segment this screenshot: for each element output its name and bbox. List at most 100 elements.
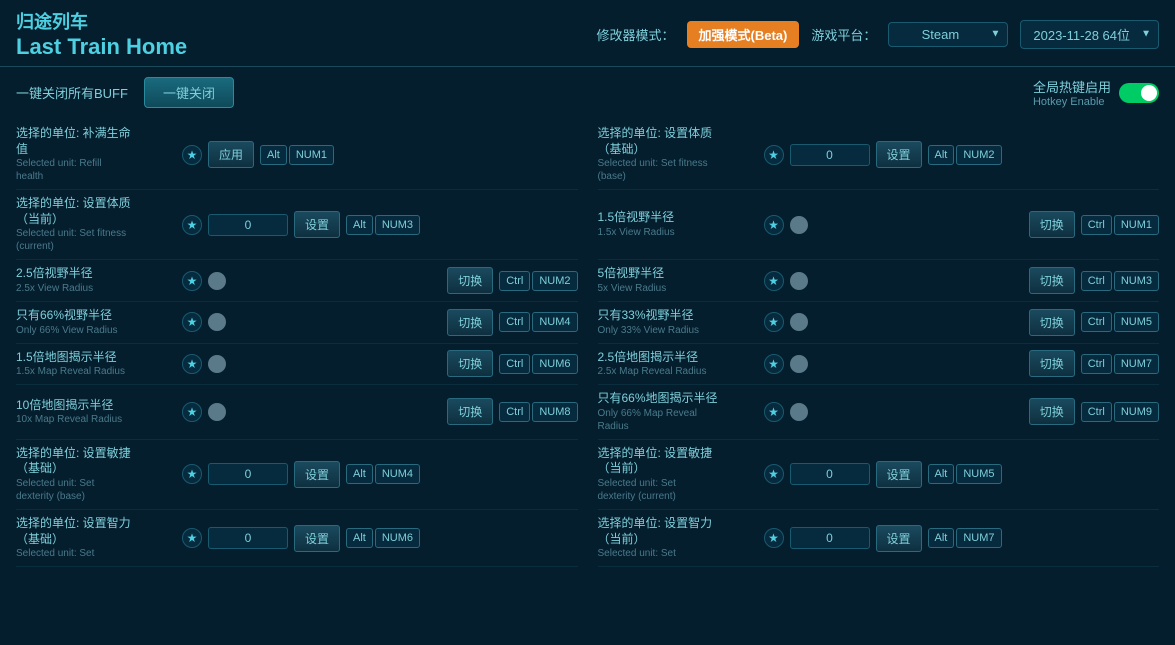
- key-combo: Ctrl NUM2: [499, 271, 577, 291]
- key-badge-modifier: Ctrl: [1081, 271, 1112, 291]
- star-button[interactable]: ★: [764, 145, 784, 165]
- toggle-button[interactable]: 切换: [1029, 309, 1075, 336]
- star-button[interactable]: ★: [182, 354, 202, 374]
- set-button[interactable]: 设置: [294, 525, 340, 552]
- toggle-circle[interactable]: [208, 272, 226, 290]
- number-input[interactable]: [208, 463, 288, 485]
- star-button[interactable]: ★: [182, 464, 202, 484]
- cheat-row: 2.5倍视野半径 2.5x View Radius ★ 切换 Ctrl NUM2: [16, 260, 578, 302]
- header-left: 归途列车 Last Train Home: [16, 8, 187, 60]
- hotkey-toggle[interactable]: [1119, 83, 1159, 103]
- star-button[interactable]: ★: [182, 402, 202, 422]
- key-combo: Alt NUM7: [928, 528, 1002, 548]
- title-cn: 归途列车: [16, 8, 187, 34]
- set-button[interactable]: 设置: [876, 141, 922, 168]
- toggle-button[interactable]: 切换: [447, 350, 493, 377]
- cheat-grid: 选择的单位: 补满生命值 Selected unit: Refillhealth…: [16, 120, 1159, 567]
- number-input[interactable]: [208, 527, 288, 549]
- set-button[interactable]: 设置: [876, 525, 922, 552]
- toggle-circle[interactable]: [208, 313, 226, 331]
- star-button[interactable]: ★: [764, 464, 784, 484]
- cheat-name: 选择的单位: 设置敏捷（当前） Selected unit: Setdexter…: [598, 446, 758, 503]
- key-badge-modifier: Ctrl: [1081, 402, 1112, 422]
- key-badge-modifier: Ctrl: [499, 312, 530, 332]
- star-button[interactable]: ★: [182, 312, 202, 332]
- close-all-button[interactable]: 一键关闭: [144, 77, 234, 108]
- key-badge-modifier: Alt: [928, 464, 955, 484]
- cheat-name-cn: 选择的单位: 设置敏捷（基础）: [16, 446, 176, 477]
- cheat-row: 只有66%视野半径 Only 66% View Radius ★ 切换 Ctrl…: [16, 302, 578, 344]
- star-button[interactable]: ★: [182, 528, 202, 548]
- toggle-button[interactable]: 切换: [447, 398, 493, 425]
- toggle-button[interactable]: 切换: [1029, 267, 1075, 294]
- key-badge-modifier: Ctrl: [499, 354, 530, 374]
- toggle-circle[interactable]: [790, 313, 808, 331]
- cheat-name: 选择的单位: 补满生命值 Selected unit: Refillhealth: [16, 126, 176, 183]
- key-badge-modifier: Alt: [928, 145, 955, 165]
- toggle-circle[interactable]: [208, 355, 226, 373]
- cheat-row: 1.5倍地图揭示半径 1.5x Map Reveal Radius ★ 切换 C…: [16, 344, 578, 386]
- toggle-circle[interactable]: [208, 403, 226, 421]
- key-badge-key: NUM7: [1114, 354, 1159, 374]
- hotkey-labels: 全局热键启用 Hotkey Enable: [1033, 77, 1111, 108]
- apply-button[interactable]: 应用: [208, 141, 254, 168]
- number-input[interactable]: [208, 214, 288, 236]
- version-select-wrapper[interactable]: 2023-11-28 64位: [1020, 20, 1159, 49]
- toggle-circle[interactable]: [790, 355, 808, 373]
- set-button[interactable]: 设置: [876, 461, 922, 488]
- star-button[interactable]: ★: [182, 145, 202, 165]
- key-combo: Ctrl NUM7: [1081, 354, 1159, 374]
- cheat-name: 选择的单位: 设置敏捷（基础） Selected unit: Setdexter…: [16, 446, 176, 503]
- set-button[interactable]: 设置: [294, 461, 340, 488]
- key-combo: Ctrl NUM3: [1081, 271, 1159, 291]
- platform-select[interactable]: Steam: [888, 22, 1008, 47]
- toggle-circle[interactable]: [790, 272, 808, 290]
- key-badge-modifier: Alt: [260, 145, 287, 165]
- cheat-name-en: Selected unit: Setdexterity (base): [16, 477, 176, 503]
- key-badge-key: NUM2: [532, 271, 577, 291]
- key-combo: Ctrl NUM1: [1081, 215, 1159, 235]
- star-button[interactable]: ★: [182, 271, 202, 291]
- key-badge-key: NUM4: [375, 464, 420, 484]
- cheat-name-cn: 选择的单位: 设置智力（基础）: [16, 516, 176, 547]
- toggle-circle[interactable]: [790, 216, 808, 234]
- number-input[interactable]: [790, 527, 870, 549]
- star-button[interactable]: ★: [764, 271, 784, 291]
- beta-badge[interactable]: 加强模式(Beta): [687, 21, 800, 48]
- key-combo: Alt NUM5: [928, 464, 1002, 484]
- cheat-name-cn: 1.5倍地图揭示半径: [16, 350, 176, 366]
- star-button[interactable]: ★: [182, 215, 202, 235]
- cheat-name: 选择的单位: 设置体质（当前） Selected unit: Set fitne…: [16, 196, 176, 253]
- key-combo: Alt NUM3: [346, 215, 420, 235]
- toggle-button[interactable]: 切换: [447, 267, 493, 294]
- cheat-name-cn: 选择的单位: 设置智力（当前）: [598, 516, 758, 547]
- version-select[interactable]: 2023-11-28 64位: [1020, 20, 1159, 49]
- number-input[interactable]: [790, 463, 870, 485]
- cheat-name: 选择的单位: 设置智力（当前） Selected unit: Set: [598, 516, 758, 560]
- star-button[interactable]: ★: [764, 528, 784, 548]
- star-button[interactable]: ★: [764, 312, 784, 332]
- toggle-circle[interactable]: [790, 403, 808, 421]
- star-button[interactable]: ★: [764, 354, 784, 374]
- key-badge-modifier: Ctrl: [1081, 215, 1112, 235]
- cheat-row: 1.5倍视野半径 1.5x View Radius ★ 切换 Ctrl NUM1: [598, 190, 1160, 260]
- key-combo: Ctrl NUM8: [499, 402, 577, 422]
- platform-select-wrapper[interactable]: Steam: [888, 22, 1008, 47]
- key-badge-modifier: Ctrl: [499, 402, 530, 422]
- cheat-name: 2.5倍视野半径 2.5x View Radius: [16, 266, 176, 295]
- key-badge-key: NUM6: [532, 354, 577, 374]
- toggle-button[interactable]: 切换: [1029, 350, 1075, 377]
- key-badge-key: NUM8: [532, 402, 577, 422]
- cheat-name-en: Only 66% Map RevealRadius: [598, 407, 758, 433]
- toggle-button[interactable]: 切换: [1029, 211, 1075, 238]
- number-input[interactable]: [790, 144, 870, 166]
- key-badge-key: NUM6: [375, 528, 420, 548]
- star-button[interactable]: ★: [764, 215, 784, 235]
- set-button[interactable]: 设置: [294, 211, 340, 238]
- toggle-button[interactable]: 切换: [447, 309, 493, 336]
- cheat-name-en: Selected unit: Set fitness(base): [598, 157, 758, 183]
- cheat-name: 只有66%地图揭示半径 Only 66% Map RevealRadius: [598, 391, 758, 433]
- toggle-button[interactable]: 切换: [1029, 398, 1075, 425]
- star-button[interactable]: ★: [764, 402, 784, 422]
- key-badge-key: NUM2: [956, 145, 1001, 165]
